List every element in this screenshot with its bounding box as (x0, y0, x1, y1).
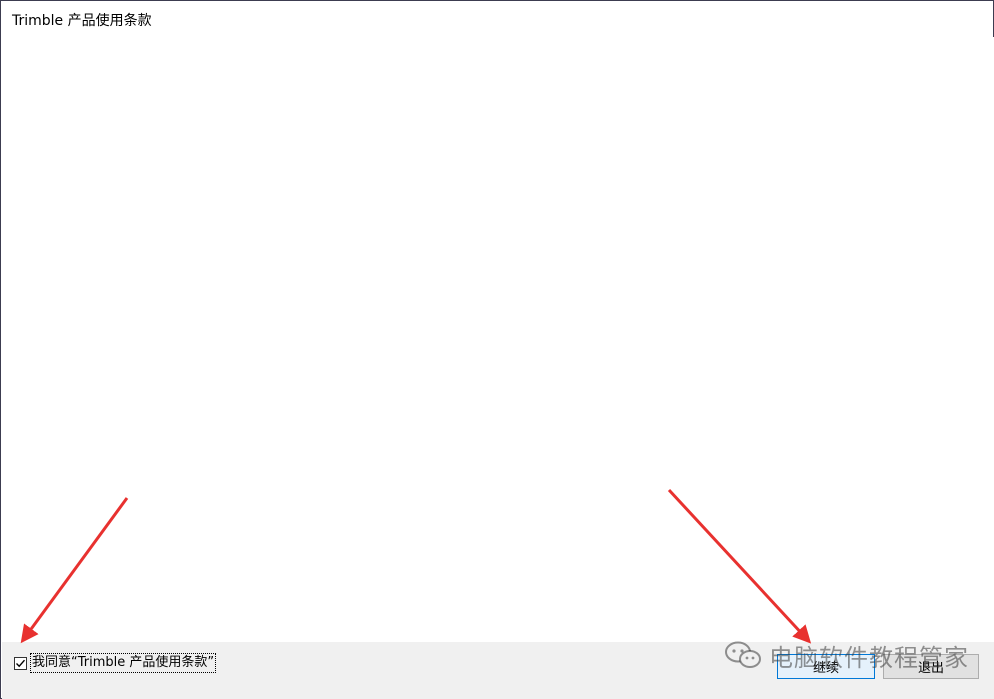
agree-checkbox-group[interactable]: 我同意“Trimble 产品使用条款” (14, 653, 217, 673)
continue-button[interactable]: 继续 (777, 654, 875, 679)
dialog-title: Trimble 产品使用条款 (12, 13, 152, 29)
license-dialog: Trimble 产品使用条款 (0, 0, 994, 699)
agree-label[interactable]: 我同意“Trimble 产品使用条款” (29, 653, 217, 673)
checkmark-icon (16, 659, 26, 667)
agree-checkbox[interactable] (14, 656, 27, 670)
exit-button[interactable]: 退出 (883, 654, 979, 679)
terms-content-area[interactable] (2, 37, 994, 642)
